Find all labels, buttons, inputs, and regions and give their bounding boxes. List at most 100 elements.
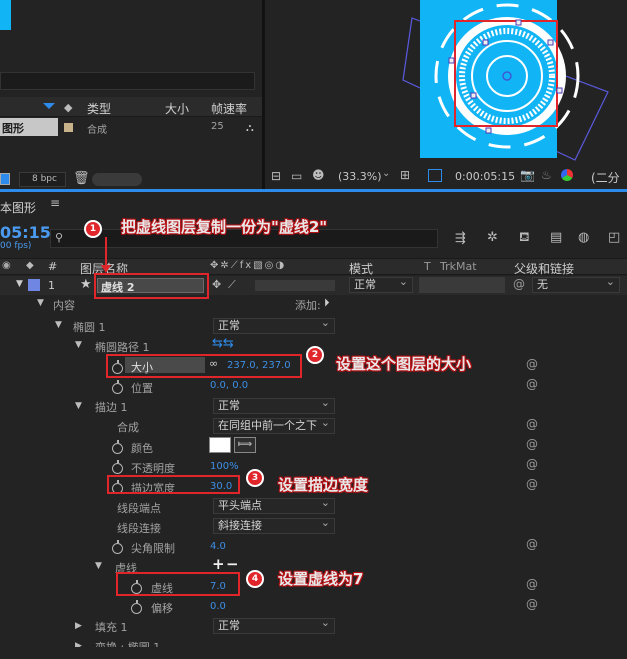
column-fps[interactable]: 帧速率 <box>211 100 247 117</box>
project-row-type: 合成 <box>87 125 107 136</box>
position-value[interactable]: 0.0, 0.0 <box>210 380 248 391</box>
expand-stroke-icon[interactable]: ▼ <box>75 401 82 411</box>
add-label[interactable]: 添加: <box>295 297 321 313</box>
flowchart-icon[interactable]: ⛬ <box>246 121 254 135</box>
dash-expression-icon[interactable]: @ <box>526 577 538 591</box>
opacity-stopwatch-icon[interactable] <box>112 460 123 474</box>
composite-select[interactable]: 在同组中前一个之下 <box>213 418 335 434</box>
annotation1-arrowhead <box>101 265 111 273</box>
annotation3-text: 设置描边宽度 <box>278 476 369 494</box>
snapshot-icon[interactable]: ♨ <box>541 168 552 182</box>
stroke1-mode-select[interactable]: 正常 <box>213 396 335 414</box>
sort-arrow-icon[interactable] <box>43 103 55 109</box>
zoom-chevron-icon[interactable]: ⌄ <box>382 168 390 179</box>
resolution[interactable]: (二分 <box>591 169 620 186</box>
position-label: 位置 <box>131 382 153 395</box>
column-mode[interactable]: 模式 <box>349 260 373 277</box>
collapse-switch-icon[interactable]: ✥ <box>212 278 221 291</box>
add-dash-button[interactable]: + <box>212 555 225 573</box>
size-expression-icon[interactable]: @ <box>526 357 538 371</box>
switches-icons[interactable]: ✥✲⟋fx▧◎◑ <box>210 260 286 271</box>
offset-stopwatch-icon[interactable] <box>131 600 142 614</box>
stroke-width-expression-icon[interactable]: @ <box>526 477 538 491</box>
miter-stopwatch-icon[interactable] <box>112 540 123 554</box>
stroke1-label: 描边 1 <box>95 401 128 414</box>
composite-expression-icon[interactable]: @ <box>526 417 538 431</box>
expand-ellipse-icon[interactable]: ▼ <box>55 320 62 330</box>
comp-flowchart-icon[interactable]: ⇶ <box>455 231 466 246</box>
project-panel: ◆ 类型 大小 帧速率 图形 合成 25 ⛬ 8 bpc 🗑 <box>0 0 262 192</box>
layer-mode-select[interactable]: 正常 <box>349 275 413 293</box>
timeline-bottom-bar <box>0 647 627 659</box>
composition-preview[interactable] <box>265 0 627 166</box>
camera-icon[interactable]: 📷 <box>520 168 535 182</box>
zoom-level[interactable]: (33.3%) <box>338 170 382 183</box>
opacity-expression-icon[interactable]: @ <box>526 457 538 471</box>
draft-3d-icon[interactable]: ✲ <box>487 230 498 245</box>
grid-icon[interactable]: ⊞ <box>400 168 410 182</box>
column-number[interactable]: # <box>48 260 57 273</box>
current-time[interactable]: 05:15 <box>0 223 51 242</box>
layer-index: 1 <box>48 279 55 292</box>
expand-contents-icon[interactable]: ▼ <box>37 298 44 308</box>
color-expression-icon[interactable]: @ <box>526 437 538 451</box>
motion-blur-icon[interactable]: ◍ <box>578 230 589 245</box>
column-type[interactable]: 类型 <box>87 100 111 117</box>
expand-ellipse-path-icon[interactable]: ▼ <box>75 340 82 350</box>
project-row[interactable]: 图形 合成 25 ⛬ <box>0 118 262 136</box>
project-scrollbar[interactable] <box>92 173 142 186</box>
color-stopwatch-icon[interactable] <box>112 440 123 454</box>
path-direction-icon[interactable]: ⇆⇆ <box>212 336 234 351</box>
ellipse1-mode-select[interactable]: 正常 <box>213 316 335 334</box>
miter-expression-icon[interactable]: @ <box>526 537 538 551</box>
color-swatch[interactable] <box>209 437 231 453</box>
timeline-tab-title[interactable]: 本图形 <box>0 199 36 216</box>
trash-icon[interactable]: 🗑 <box>73 171 90 186</box>
eyedropper-button[interactable]: ⟾ <box>234 437 256 453</box>
bpc-button[interactable]: 8 bpc <box>19 172 66 187</box>
expand-layer-icon[interactable]: ▼ <box>16 279 23 289</box>
column-t[interactable]: T <box>424 260 431 273</box>
annotation2-text: 设置这个图层的大小 <box>336 355 472 373</box>
project-footer: 8 bpc 🗑 <box>0 170 262 190</box>
opacity-value[interactable]: 100% <box>210 461 239 472</box>
always-preview-icon[interactable]: ⊟ <box>271 169 281 183</box>
quality-switch-icon[interactable]: ⟋ <box>228 278 236 292</box>
line-cap-select[interactable]: 平头端点 <box>213 496 335 514</box>
graph-editor-icon[interactable]: ◰ <box>608 230 620 245</box>
mask-icon[interactable]: ☻ <box>312 168 325 182</box>
miter-value[interactable]: 4.0 <box>210 541 226 552</box>
switch-boxes[interactable] <box>255 280 335 291</box>
viewer-timecode[interactable]: 0:00:05:15 <box>455 170 515 183</box>
tab-menu-icon[interactable]: ≡ <box>50 196 60 210</box>
trkmat-box[interactable] <box>419 277 505 293</box>
region-icon[interactable] <box>428 169 442 182</box>
fill1-mode-select[interactable]: 正常 <box>213 616 335 634</box>
add-play-icon[interactable]: ⏵ <box>324 296 330 310</box>
offset-value[interactable]: 0.0 <box>210 601 226 612</box>
column-size[interactable]: 大小 <box>165 100 189 117</box>
parent-select[interactable]: 无 <box>532 275 620 293</box>
layer-label-color[interactable] <box>28 279 40 291</box>
frame-blend-icon[interactable]: ▤ <box>550 230 562 245</box>
row-label-color <box>64 123 73 132</box>
expand-dashes-icon[interactable]: ▼ <box>95 561 102 571</box>
label-column-icon[interactable]: ◆ <box>26 260 34 271</box>
annotation1-badge: 1 <box>84 220 102 238</box>
interpret-icon[interactable] <box>0 173 10 185</box>
position-stopwatch-icon[interactable] <box>112 380 123 394</box>
channel-icon[interactable] <box>561 169 573 181</box>
pickwhip-icon[interactable]: @ <box>513 277 525 291</box>
remove-dash-button[interactable]: − <box>226 555 239 573</box>
expand-fill-icon[interactable]: ▶ <box>75 621 82 631</box>
monitor-icon[interactable]: ▭ <box>291 169 302 183</box>
shy-icon[interactable]: ⛾ <box>519 230 530 247</box>
column-parent[interactable]: 父级和链接 <box>514 260 574 277</box>
column-trkmat[interactable]: TrkMat <box>440 260 477 273</box>
offset-expression-icon[interactable]: @ <box>526 597 538 611</box>
line-join-select[interactable]: 斜接连接 <box>213 516 335 534</box>
position-expression-icon[interactable]: @ <box>526 377 538 391</box>
project-search-field[interactable] <box>0 72 255 90</box>
offset-label: 偏移 <box>151 602 173 615</box>
av-toggle-icon[interactable]: ◉ <box>2 260 11 271</box>
